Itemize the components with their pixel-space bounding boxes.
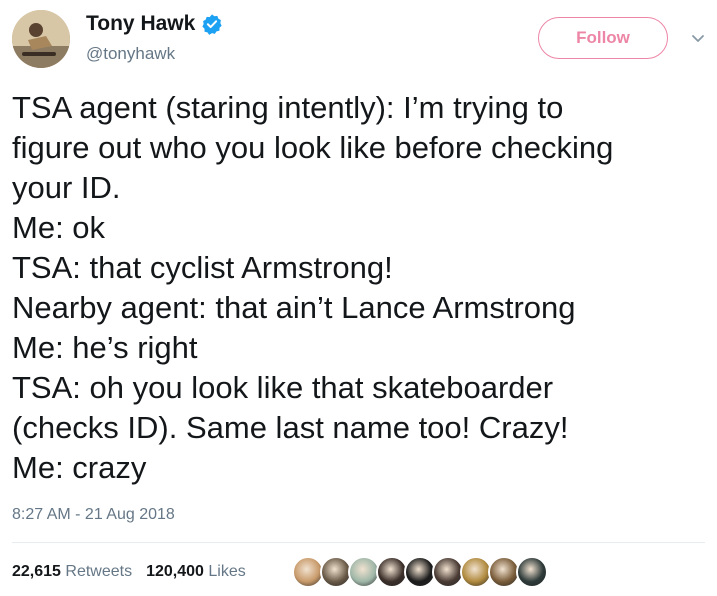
- likes-stat[interactable]: 120,400 Likes: [146, 563, 246, 581]
- tweet-stats: 22,615 Retweets 120,400 Likes: [12, 563, 246, 581]
- tweet-text: TSA agent (staring intently): I’m trying…: [12, 88, 712, 488]
- tweet-line: (checks ID). Same last name too! Crazy!: [12, 410, 569, 445]
- divider: [12, 542, 705, 543]
- tweet-line: Me: he’s right: [12, 330, 198, 365]
- likes-label: Likes: [208, 563, 246, 580]
- tweet-line: TSA agent (staring intently): I’m trying…: [12, 90, 564, 125]
- tweet-header: Tony Hawk @tonyhawk Follow: [0, 0, 717, 80]
- tweet-line: Me: crazy: [12, 450, 147, 485]
- follow-button[interactable]: Follow: [538, 17, 668, 59]
- verified-icon: [201, 13, 223, 35]
- tweet-line: TSA: that cyclist Armstrong!: [12, 250, 393, 285]
- display-name-text[interactable]: Tony Hawk: [86, 12, 195, 36]
- retweets-stat[interactable]: 22,615 Retweets: [12, 563, 132, 581]
- chevron-down-icon[interactable]: [690, 30, 706, 46]
- tweet-line: figure out who you look like before chec…: [12, 130, 614, 165]
- display-name[interactable]: Tony Hawk: [86, 12, 223, 36]
- likes-count: 120,400: [146, 563, 204, 580]
- liker-avatars: [292, 556, 548, 588]
- retweets-count: 22,615: [12, 563, 61, 580]
- tweet-line: Nearby agent: that ain’t Lance Armstrong: [12, 290, 576, 325]
- tweet-timestamp[interactable]: 8:27 AM - 21 Aug 2018: [12, 506, 175, 524]
- liker-avatar[interactable]: [516, 556, 548, 588]
- tweet-line: Me: ok: [12, 210, 106, 245]
- retweets-label: Retweets: [65, 563, 133, 580]
- avatar[interactable]: [12, 10, 70, 68]
- tweet-line: your ID.: [12, 170, 121, 205]
- user-handle[interactable]: @tonyhawk: [86, 44, 175, 64]
- tweet-line: TSA: oh you look like that skateboarder: [12, 370, 554, 405]
